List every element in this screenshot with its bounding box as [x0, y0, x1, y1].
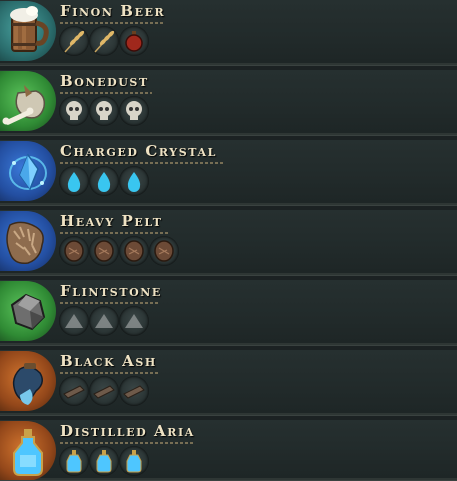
recipe-title: Distilled Aria [60, 422, 195, 440]
skull-icon[interactable] [89, 96, 119, 126]
stone-pile-icon[interactable] [59, 306, 89, 336]
recipe-row[interactable]: Charged Crystal [0, 140, 457, 206]
title-underline [60, 92, 152, 94]
water-drop-icon[interactable] [89, 166, 119, 196]
flint-rock-icon [0, 281, 56, 341]
hide-icon[interactable] [59, 236, 89, 266]
recipe-title: Black Ash [60, 352, 157, 370]
blue-bottle-icon[interactable] [119, 446, 149, 476]
red-potion-icon[interactable] [119, 26, 149, 56]
hide-icon[interactable] [119, 236, 149, 266]
title-underline [60, 372, 158, 374]
title-underline [60, 22, 165, 24]
recipe-row[interactable]: Flintstone [0, 280, 457, 346]
fur-pelt-icon [0, 211, 56, 271]
recipe-row[interactable]: Finon Beer [0, 0, 457, 66]
plank-icon[interactable] [119, 376, 149, 406]
skull-icon[interactable] [59, 96, 89, 126]
recipe-title: Heavy Pelt [60, 212, 163, 230]
recipe-title: Finon Beer [60, 2, 166, 20]
blue-flask-icon [0, 421, 56, 481]
charged-crystal-icon [0, 141, 56, 201]
bone-sack-icon [0, 71, 56, 131]
water-drop-icon[interactable] [59, 166, 89, 196]
wheat-icon[interactable] [89, 26, 119, 56]
title-underline [60, 442, 195, 444]
title-underline [60, 232, 168, 234]
recipe-row[interactable]: Bonedust [0, 70, 457, 136]
recipe-title: Bonedust [60, 72, 149, 90]
recipe-list: Finon Beer Bonedust Charged Crystal Heav… [0, 0, 457, 481]
blue-bottle-icon[interactable] [59, 446, 89, 476]
plank-icon[interactable] [89, 376, 119, 406]
title-underline [60, 162, 225, 164]
hide-icon[interactable] [149, 236, 179, 266]
stone-pile-icon[interactable] [89, 306, 119, 336]
plank-icon[interactable] [59, 376, 89, 406]
recipe-row[interactable]: Distilled Aria [0, 420, 457, 481]
recipe-row[interactable]: Heavy Pelt [0, 210, 457, 276]
wheat-icon[interactable] [59, 26, 89, 56]
recipe-title: Charged Crystal [60, 142, 217, 160]
beer-mug-icon [0, 1, 56, 61]
recipe-title: Flintstone [60, 282, 162, 300]
blue-bottle-icon[interactable] [89, 446, 119, 476]
skull-icon[interactable] [119, 96, 149, 126]
recipe-row[interactable]: Black Ash [0, 350, 457, 416]
ash-pouch-icon [0, 351, 56, 411]
stone-pile-icon[interactable] [119, 306, 149, 336]
water-drop-icon[interactable] [119, 166, 149, 196]
title-underline [60, 302, 160, 304]
hide-icon[interactable] [89, 236, 119, 266]
